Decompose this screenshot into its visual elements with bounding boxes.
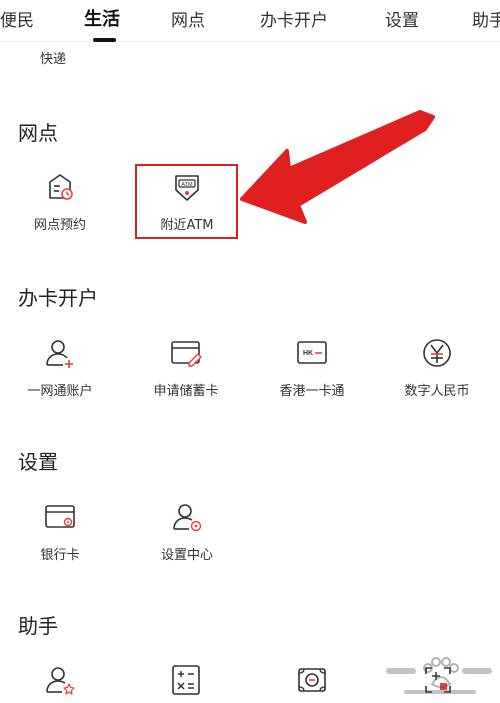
user-favorite-icon xyxy=(46,667,75,695)
atm-highlight-box xyxy=(135,164,238,239)
calculator-icon xyxy=(172,665,200,695)
bank-card-item[interactable]: 银行卡 xyxy=(0,500,120,563)
assistant-item-1[interactable] xyxy=(0,663,120,697)
user-settings-icon xyxy=(173,504,202,532)
tab-convenience[interactable]: 便民 xyxy=(0,6,34,31)
assistant-item-2[interactable] xyxy=(126,663,246,697)
top-tab-bar: 便民 生活 网点 办卡开户 设置 助手 xyxy=(0,0,500,42)
branch-appointment-icon xyxy=(49,174,73,200)
hk-card-label: 香港一卡通 xyxy=(279,384,345,399)
settings-center-item[interactable]: 设置中心 xyxy=(127,500,247,563)
digital-rmb-label: 数字人民币 xyxy=(404,384,470,399)
digital-yuan-icon xyxy=(423,339,451,367)
branch-appointment-item[interactable]: 网点预约 xyxy=(0,170,120,233)
tab-assistant[interactable]: 助手 xyxy=(472,6,500,31)
section-title-settings: 设置 xyxy=(18,450,58,474)
digital-rmb-item[interactable]: 数字人民币 xyxy=(377,336,497,399)
tab-open-account[interactable]: 办卡开户 xyxy=(260,6,328,31)
apply-debit-card-label: 申请储蓄卡 xyxy=(153,384,219,399)
card-edit-icon xyxy=(171,341,202,367)
tab-branch[interactable]: 网点 xyxy=(171,6,205,31)
branch-appointment-label: 网点预约 xyxy=(33,218,86,233)
hk-card-icon: HK xyxy=(297,341,327,364)
hk-card-item[interactable]: HK 香港一卡通 xyxy=(252,336,372,399)
tab-settings[interactable]: 设置 xyxy=(385,6,419,31)
tab-life[interactable]: 生活 xyxy=(84,5,120,31)
user-add-icon xyxy=(46,340,73,368)
currency-exchange-icon xyxy=(298,668,326,692)
section-title-branch: 网点 xyxy=(18,121,58,145)
one-net-account-item[interactable]: 一网通账户 xyxy=(0,336,120,399)
bank-card-label: 银行卡 xyxy=(40,548,80,563)
express-item[interactable]: 快递 xyxy=(40,48,66,67)
active-tab-indicator xyxy=(93,38,116,42)
watermark-logo xyxy=(386,657,492,694)
apply-debit-card-item[interactable]: 申请储蓄卡 xyxy=(126,336,246,399)
bank-card-icon xyxy=(45,505,75,528)
one-net-account-label: 一网通账户 xyxy=(27,384,93,399)
section-title-assistant: 助手 xyxy=(18,614,58,638)
hk-icon-text: HK xyxy=(303,350,313,357)
section-title-open-account: 办卡开户 xyxy=(18,286,98,310)
settings-center-label: 设置中心 xyxy=(160,548,213,563)
assistant-item-3[interactable] xyxy=(252,663,372,697)
